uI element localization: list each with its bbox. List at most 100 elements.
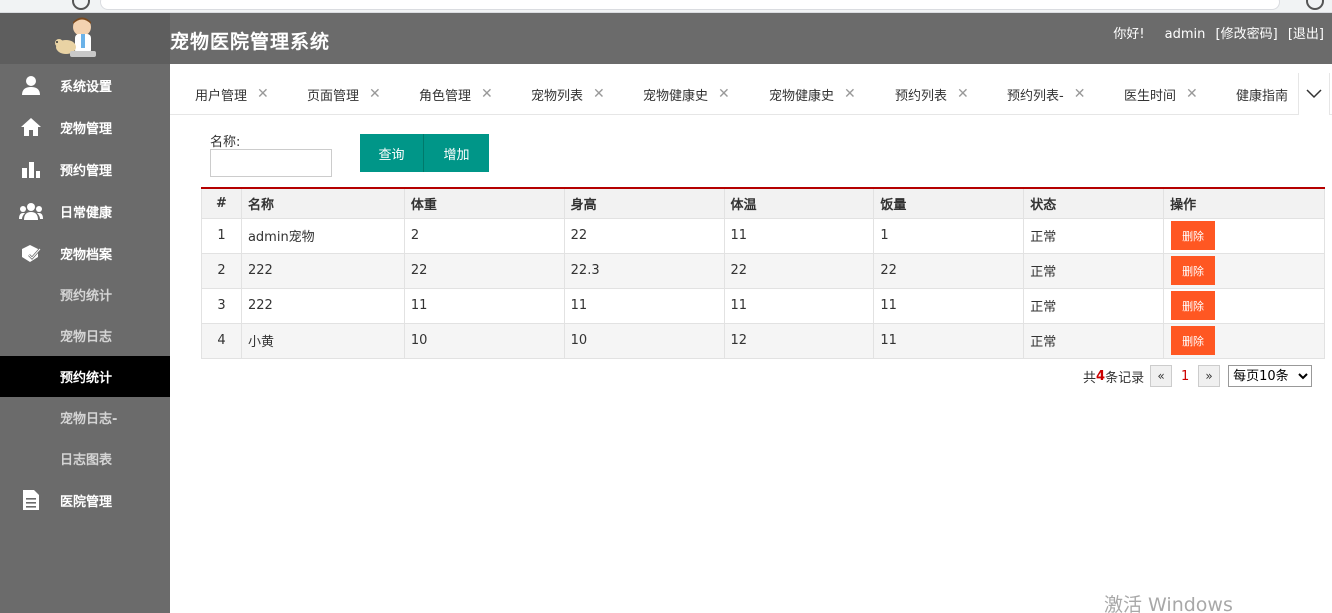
chevron-down-icon [1306,89,1322,99]
change-password-link[interactable]: [修改密码] [1216,27,1278,42]
sidebar: 系统设置 宠物管理 预约管理 日常健康 宠物档案 预约统计 宠物日志 预约统计 … [0,64,170,613]
tab-label: 宠物健康史 [643,88,709,104]
next-page-button[interactable]: » [1198,365,1221,387]
logout-link[interactable]: [退出] [1288,27,1324,42]
browser-toolbar [0,0,1332,13]
pagination: 共 4 条记录 « 1 » 每页10条 [1083,365,1313,387]
delete-button[interactable]: 删除 [1171,221,1216,250]
current-page[interactable]: 1 [1172,369,1198,384]
add-button[interactable]: 增加 [424,134,489,172]
cell-height: 10 [563,322,725,359]
column-header: 体重 [403,187,565,219]
prev-page-button[interactable]: « [1150,365,1173,387]
users-icon [18,198,44,224]
document-icon [18,487,44,513]
column-header: 体温 [723,187,875,219]
row-index: 4 [201,322,242,359]
user-icon [18,72,44,98]
close-icon[interactable]: ✕ [1074,86,1086,102]
delete-button[interactable]: 删除 [1171,256,1216,285]
cell-name: 222 [240,252,405,289]
sidebar-item-appointment-management[interactable]: 预约管理 [0,148,170,190]
address-bar[interactable] [100,0,1280,10]
tab-pet-health-history[interactable]: 宠物健康史 ✕ [643,73,730,115]
logo-doctor-icon [55,17,96,57]
sidebar-item-label: 医院管理 [60,494,113,510]
column-header: 饭量 [873,187,1025,219]
sidebar-item-pet-records[interactable]: 宠物档案 [0,232,170,274]
cell-actions: 删除 [1163,287,1325,324]
column-header: 名称 [240,187,405,219]
delete-button[interactable]: 删除 [1171,291,1216,320]
column-header: 操作 [1163,187,1325,219]
tab-doctor-time[interactable]: 医生时间 ✕ [1124,73,1198,115]
close-icon[interactable]: ✕ [593,86,605,102]
sidebar-item-hospital-management[interactable]: 医院管理 [0,479,170,521]
cell-actions: 删除 [1163,322,1325,359]
cell-status: 正常 [1023,322,1165,359]
tab-role-management[interactable]: 角色管理 ✕ [419,73,493,115]
tab-label: 宠物列表 [531,88,584,104]
browser-profile-button[interactable] [1306,0,1324,10]
sidebar-item-pet-management[interactable]: 宠物管理 [0,106,170,148]
close-icon[interactable]: ✕ [369,86,381,102]
tab-label: 预约列表 [895,88,948,104]
tab-label: 宠物健康史 [769,88,835,104]
total-prefix: 共 [1083,370,1097,386]
tab-pet-health-history-2[interactable]: 宠物健康史 ✕ [769,73,856,115]
close-icon[interactable]: ✕ [1186,86,1198,102]
sidebar-subitem-appointment-stats-active[interactable]: 预约统计 [0,356,170,397]
close-icon[interactable]: ✕ [481,86,493,102]
tab-label: 页面管理 [307,88,360,104]
tab-user-management[interactable]: 用户管理 ✕ [195,73,269,115]
cell-temperature: 11 [723,287,875,324]
table-row: 1 admin宠物 2 22 11 1 正常 删除 [201,217,1325,254]
search-label: 名称: [210,135,241,150]
header: 宠物医院管理系统 你好! admin [修改密码] [退出] [0,13,1332,64]
cell-status: 正常 [1023,287,1165,324]
tab-label: 用户管理 [195,88,248,104]
cell-temperature: 12 [723,322,875,359]
tab-appointment-list[interactable]: 预约列表 ✕ [895,73,969,115]
close-icon[interactable]: ✕ [718,86,730,102]
logo-area [0,13,170,64]
page-size-select[interactable]: 每页10条 [1228,365,1313,387]
total-count: 4 [1096,368,1106,384]
sidebar-subitem-pet-log-alt[interactable]: 宠物日志- [0,397,170,438]
sidebar-subitem-appointment-stats[interactable]: 预约统计 [0,274,170,315]
cell-food: 11 [873,322,1025,359]
cell-name: 222 [240,287,405,324]
sidebar-subitem-log-chart[interactable]: 日志图表 [0,438,170,479]
tab-pet-list[interactable]: 宠物列表 ✕ [531,73,605,115]
close-icon[interactable]: ✕ [844,86,856,102]
tab-appointment-list-2[interactable]: 预约列表- ✕ [1007,73,1085,115]
sidebar-subitem-pet-log[interactable]: 宠物日志 [0,315,170,356]
query-button[interactable]: 查询 [360,134,424,172]
tab-health-guide[interactable]: 健康指南 [1236,73,1288,115]
sidebar-item-system-settings[interactable]: 系统设置 [0,64,170,106]
browser-button[interactable] [72,0,90,10]
cell-temperature: 22 [723,252,875,289]
cell-food: 11 [873,287,1025,324]
sidebar-item-daily-health[interactable]: 日常健康 [0,190,170,232]
name-search-input[interactable] [210,149,332,177]
tab-page-management[interactable]: 页面管理 ✕ [307,73,381,115]
cell-weight: 22 [403,252,565,289]
delete-button[interactable]: 删除 [1171,326,1216,355]
pet-table: # 名称 体重 身高 体温 饭量 状态 操作 1 admin宠物 2 22 11… [201,187,1325,359]
paw-icon [18,240,44,266]
table-row: 4 小黄 10 10 12 11 正常 删除 [201,322,1325,359]
table-row: 3 222 11 11 11 11 正常 删除 [201,287,1325,324]
cell-temperature: 11 [723,217,875,254]
cell-actions: 删除 [1163,217,1325,254]
windows-activation-watermark: 激活 Windows [1104,594,1233,613]
tab-label: 角色管理 [419,88,472,104]
search-button-group: 查询 增加 [360,134,489,172]
close-icon[interactable]: ✕ [257,86,269,102]
cell-weight: 10 [403,322,565,359]
close-icon[interactable]: ✕ [957,86,969,102]
cell-name: 小黄 [240,322,405,359]
cell-height: 22.3 [563,252,725,289]
tab-more-button[interactable] [1298,73,1330,115]
sidebar-item-label: 预约管理 [60,163,113,179]
